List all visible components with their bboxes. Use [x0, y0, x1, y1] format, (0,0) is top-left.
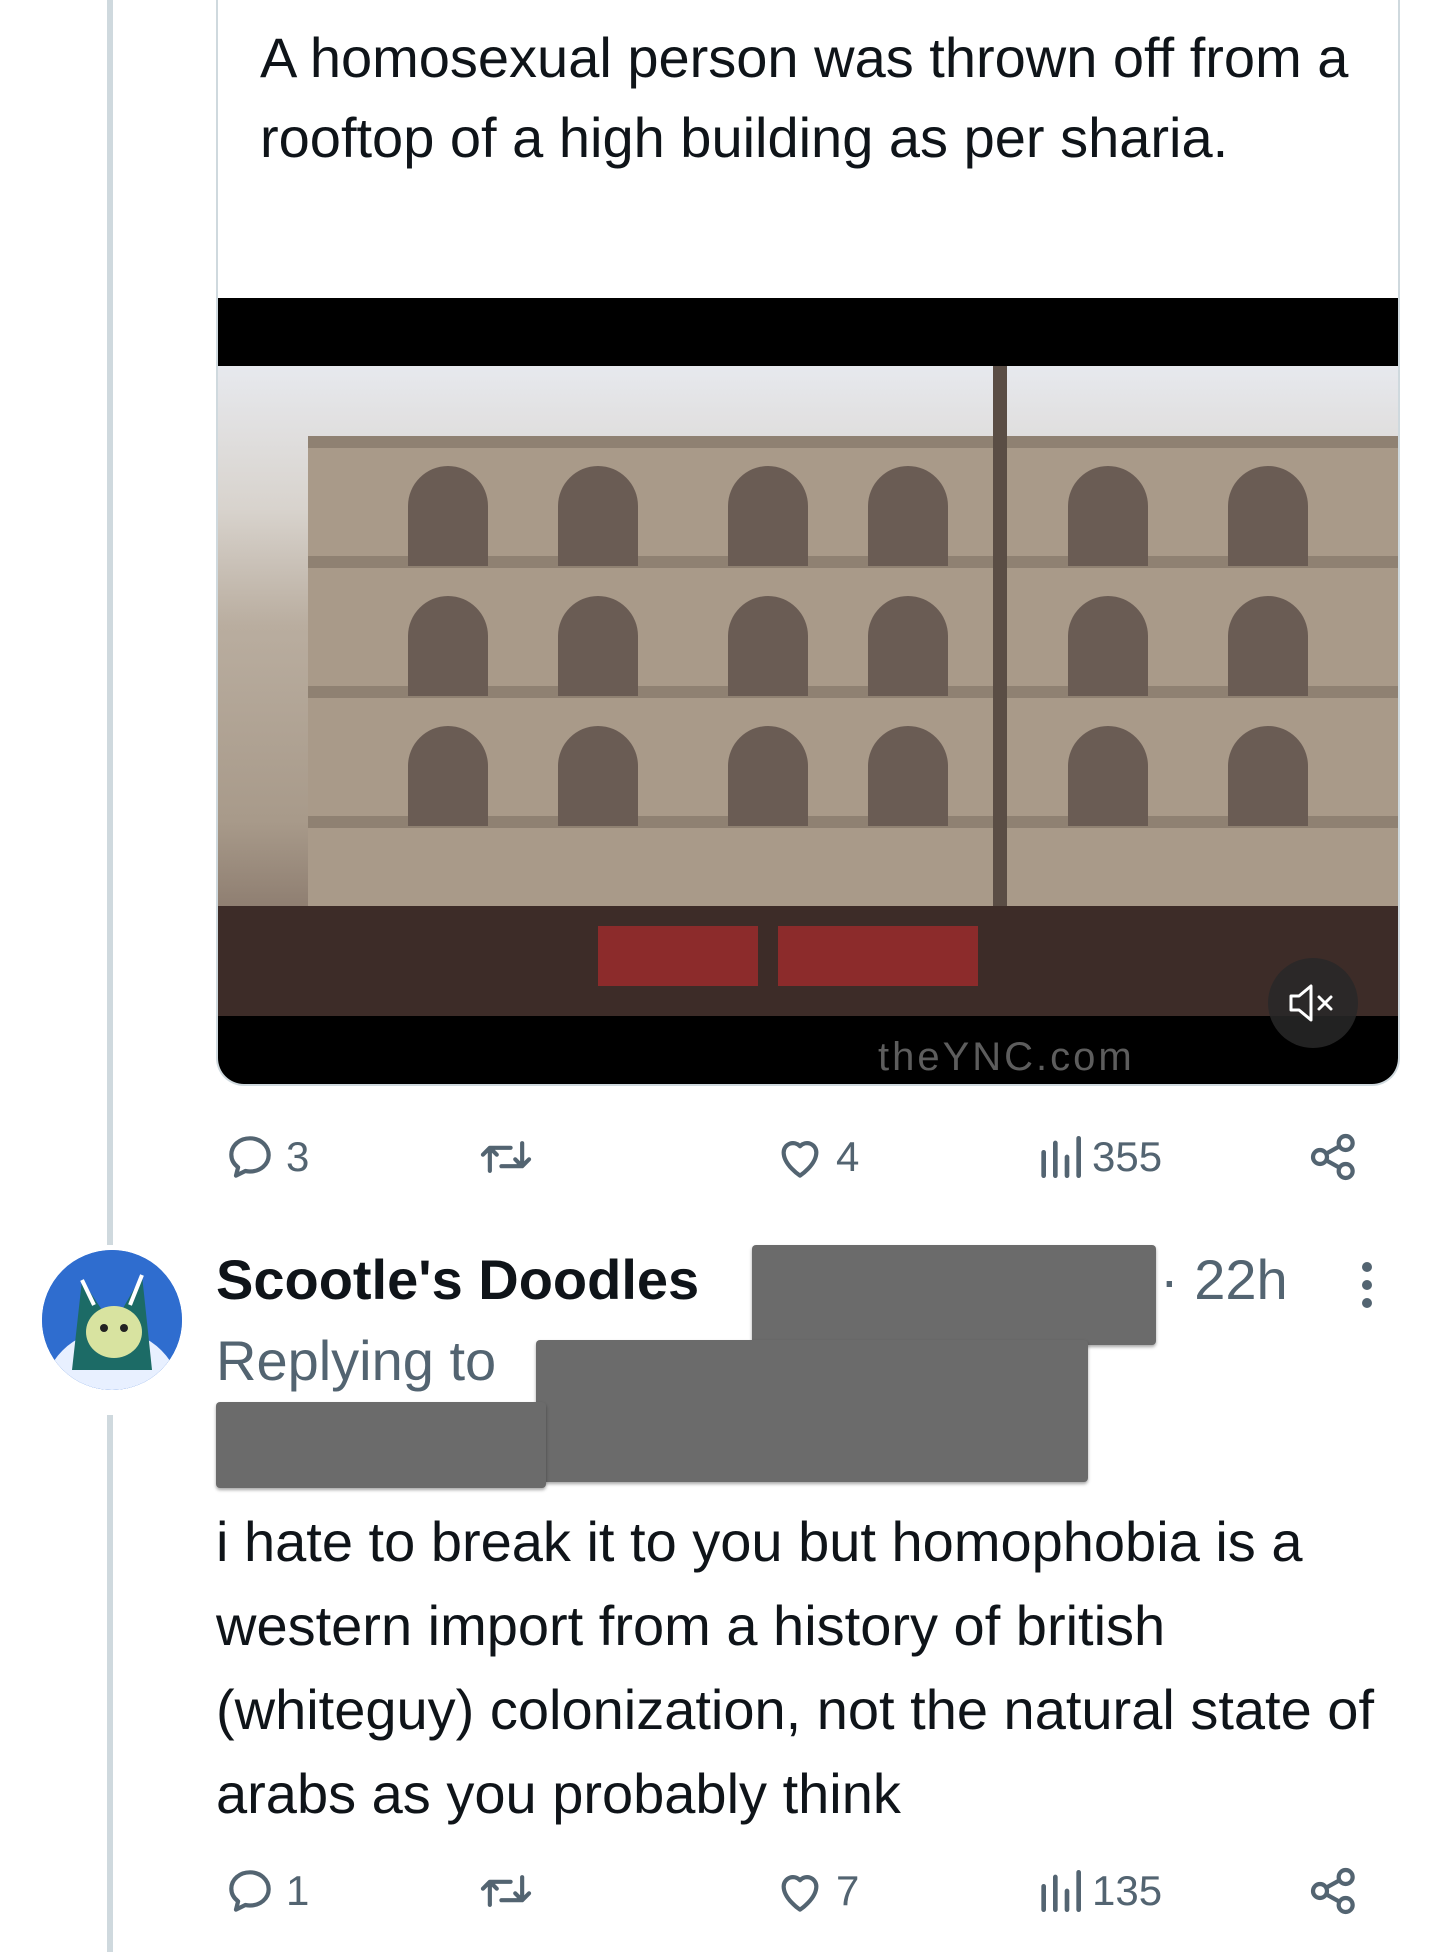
reply-action-bar: 1 7 135 [216, 1856, 1400, 1926]
views-count: 355 [1092, 1133, 1163, 1180]
retweet-icon [480, 1141, 532, 1173]
redacted-handle [752, 1245, 1156, 1345]
redacted-mention-2 [216, 1402, 546, 1488]
retweet-button[interactable] [476, 1856, 536, 1926]
reply-count: 1 [286, 1867, 310, 1914]
vertical-dots-icon [1362, 1262, 1372, 1272]
share-button[interactable] [1306, 1122, 1362, 1192]
utility-pole [993, 366, 1007, 966]
comment-bubble-icon [229, 1136, 271, 1178]
author-name[interactable]: Scootle's Doodles [216, 1247, 699, 1312]
share-button[interactable] [1306, 1856, 1362, 1926]
like-count: 4 [836, 1133, 860, 1180]
video-player[interactable]: theYNC.com [218, 298, 1398, 1084]
share-icon [1310, 1867, 1355, 1915]
avatar[interactable] [42, 1250, 182, 1390]
thread-line-top [107, 0, 113, 1245]
comment-bubble-icon [229, 1870, 271, 1912]
share-icon [1310, 1133, 1355, 1181]
quoted-tweet-text: A homosexual person was thrown off from … [260, 26, 1349, 169]
thread-line-bottom [107, 1415, 113, 1952]
reply-button[interactable]: 3 [222, 1122, 309, 1192]
heart-icon [781, 1141, 819, 1178]
analytics-bars-icon [1041, 1136, 1081, 1178]
retweet-icon [480, 1875, 532, 1907]
views-button[interactable]: 135 [1036, 1856, 1162, 1926]
analytics-bars-icon [1041, 1870, 1081, 1912]
retweet-button[interactable] [476, 1122, 536, 1192]
reply-count: 3 [286, 1133, 310, 1180]
heart-icon [781, 1875, 819, 1912]
views-count: 135 [1092, 1867, 1163, 1914]
quoted-tweet-card[interactable]: A homosexual person was thrown off from … [216, 0, 1400, 1086]
like-button[interactable]: 4 [772, 1122, 859, 1192]
views-button[interactable]: 355 [1036, 1122, 1162, 1192]
quoted-action-bar: 3 4 355 [216, 1122, 1400, 1192]
building-image [308, 436, 1398, 966]
video-frame [218, 366, 1398, 1016]
tweet-time[interactable]: · 22h [1160, 1247, 1288, 1312]
street [218, 906, 1398, 1016]
redacted-mention [536, 1340, 1088, 1482]
like-button[interactable]: 7 [772, 1856, 859, 1926]
more-options-button[interactable] [1355, 1262, 1379, 1312]
cartoon-avatar-image [42, 1250, 182, 1390]
video-watermark: theYNC.com [878, 1035, 1135, 1079]
mute-button[interactable] [1268, 958, 1358, 1048]
like-count: 7 [836, 1867, 860, 1914]
reply-button[interactable]: 1 [222, 1856, 309, 1926]
reply-text: i hate to break it to you but homophobia… [216, 1510, 1375, 1825]
volume-muted-icon [1289, 984, 1333, 1022]
replying-to-label: Replying to [216, 1329, 497, 1392]
